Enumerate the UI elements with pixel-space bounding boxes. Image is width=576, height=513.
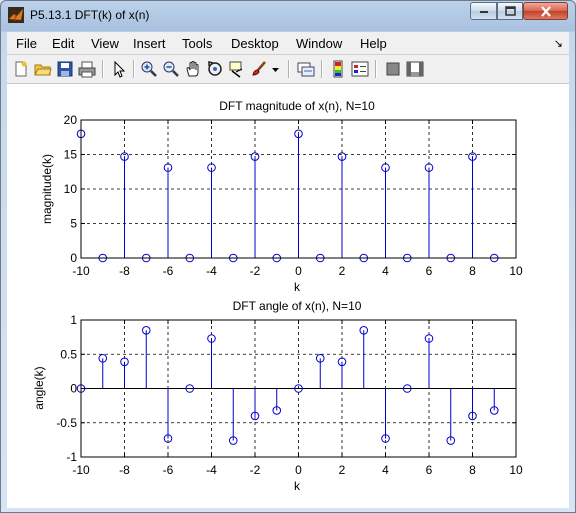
toolbar-separator	[288, 60, 290, 78]
rotate-3d-icon[interactable]	[206, 60, 224, 78]
axes2-ytick-label: 1	[70, 313, 77, 327]
save-icon[interactable]	[56, 60, 74, 78]
menu-insert[interactable]: Insert	[133, 36, 166, 51]
axes1-xtick-label: 8	[469, 264, 476, 278]
axes2-ytick-label: 0	[70, 382, 77, 396]
menu-window[interactable]: Window	[296, 36, 342, 51]
axes2-xtick-label: 0	[295, 463, 302, 477]
axes1-ytick-label: 0	[70, 251, 77, 265]
plots-svg: DFT magnitude of x(n), N=10 -10 -8 -6 -4…	[32, 99, 523, 493]
axes2-xtick-label: -2	[250, 463, 261, 477]
close-button[interactable]	[523, 2, 568, 20]
axes-magnitude[interactable]: DFT magnitude of x(n), N=10 -10 -8 -6 -4…	[40, 99, 523, 294]
menu-file[interactable]: File	[16, 36, 37, 51]
axes1-xtick-label: 10	[509, 264, 523, 278]
axes1-xtick-label: 4	[382, 264, 389, 278]
open-file-icon[interactable]	[34, 60, 52, 78]
axes2-ytick-label: -1	[66, 450, 77, 464]
axes1-xtick-label: 2	[339, 264, 346, 278]
toolbar-separator	[102, 60, 104, 78]
show-plot-tools-icon[interactable]	[406, 60, 424, 78]
axes1-yticks: 0 5 10 15 20	[64, 113, 78, 265]
axes1-ytick-label: 20	[64, 113, 78, 127]
axes2-xticks: -10 -8 -6 -4 -2 0 2 4 6 8 10	[72, 463, 523, 477]
axes2-xtick-label: 6	[426, 463, 433, 477]
brush-dropdown-icon[interactable]	[271, 60, 280, 78]
new-figure-icon[interactable]	[12, 60, 30, 78]
print-icon[interactable]	[78, 60, 96, 78]
menu-desktop[interactable]: Desktop	[231, 36, 279, 51]
title-bar[interactable]: P5.13.1 DFT(k) of x(n)	[1, 1, 575, 29]
axes2-xtick-label: 2	[339, 463, 346, 477]
menu-help[interactable]: Help	[360, 36, 387, 51]
axes2-xtick-label: 4	[382, 463, 389, 477]
axes1-ytick-label: 5	[70, 217, 77, 231]
axes2-ylabel: angle(k)	[32, 366, 46, 409]
axes1-xtick-label: -10	[72, 264, 90, 278]
axes1-xlabel: k	[294, 280, 301, 294]
axes2-xtick-label: 10	[509, 463, 523, 477]
axes1-title: DFT magnitude of x(n), N=10	[219, 99, 375, 113]
toolbar-separator	[375, 60, 377, 78]
axes1-xtick-label: -2	[250, 264, 261, 278]
axes2-xtick-label: 8	[469, 463, 476, 477]
axes1-xtick-label: -8	[119, 264, 130, 278]
axes1-xticks: -10 -8 -6 -4 -2 0 2 4 6 8 10	[72, 264, 523, 278]
maximize-icon	[504, 6, 516, 16]
matlab-logo-icon	[8, 7, 24, 23]
legend-icon[interactable]	[351, 60, 369, 78]
menu-dock-arrow-icon[interactable]: ↘	[554, 37, 563, 50]
pan-hand-icon[interactable]	[184, 60, 202, 78]
axes2-xtick-label: -6	[163, 463, 174, 477]
axes2-xtick-label: -8	[119, 463, 130, 477]
pointer-icon[interactable]	[110, 60, 128, 78]
hide-plot-tools-icon[interactable]	[384, 60, 402, 78]
minimize-button[interactable]	[470, 2, 497, 20]
link-plot-icon[interactable]	[297, 60, 315, 78]
figure-toolbar	[7, 55, 569, 84]
axes2-xtick-label: -10	[72, 463, 90, 477]
figure-window: P5.13.1 DFT(k) of x(n) File Edit View In…	[0, 0, 576, 513]
menu-tools[interactable]: Tools	[182, 36, 212, 51]
axes1-ylabel: magnitude(k)	[40, 154, 54, 224]
menu-edit[interactable]: Edit	[52, 36, 74, 51]
menu-view[interactable]: View	[91, 36, 119, 51]
axes1-xtick-label: 0	[295, 264, 302, 278]
toolbar-separator	[321, 60, 323, 78]
zoom-out-icon[interactable]	[162, 60, 180, 78]
axes1-xtick-label: -4	[206, 264, 217, 278]
close-icon	[540, 5, 551, 17]
figure-canvas[interactable]: DFT magnitude of x(n), N=10 -10 -8 -6 -4…	[7, 84, 569, 508]
axes1-xtick-label: 6	[426, 264, 433, 278]
axes2-ytick-label: -0.5	[56, 416, 77, 430]
brush-icon[interactable]	[250, 60, 268, 78]
axes2-title: DFT angle of x(n), N=10	[233, 299, 362, 313]
minimize-icon	[479, 11, 488, 13]
axes-angle[interactable]: DFT angle of x(n), N=10 -10 -8 -6 -4 -2 …	[32, 299, 523, 493]
axes1-xtick-label: -6	[163, 264, 174, 278]
menu-bar: File Edit View Insert Tools Desktop Wind…	[7, 32, 569, 55]
axes2-ytick-label: 0.5	[60, 347, 77, 361]
axes2-yticks: -1 -0.5 0 0.5 1	[56, 313, 77, 464]
axes1-ytick-label: 10	[64, 182, 78, 196]
axes2-xtick-label: -4	[206, 463, 217, 477]
maximize-button[interactable]	[497, 2, 523, 20]
axes2-xlabel: k	[294, 479, 301, 493]
colorbar-icon[interactable]	[329, 60, 347, 78]
zoom-in-icon[interactable]	[140, 60, 158, 78]
data-cursor-icon[interactable]	[228, 60, 246, 78]
axes1-ytick-label: 15	[64, 148, 78, 162]
window-title: P5.13.1 DFT(k) of x(n)	[30, 8, 150, 22]
toolbar-separator	[133, 60, 135, 78]
